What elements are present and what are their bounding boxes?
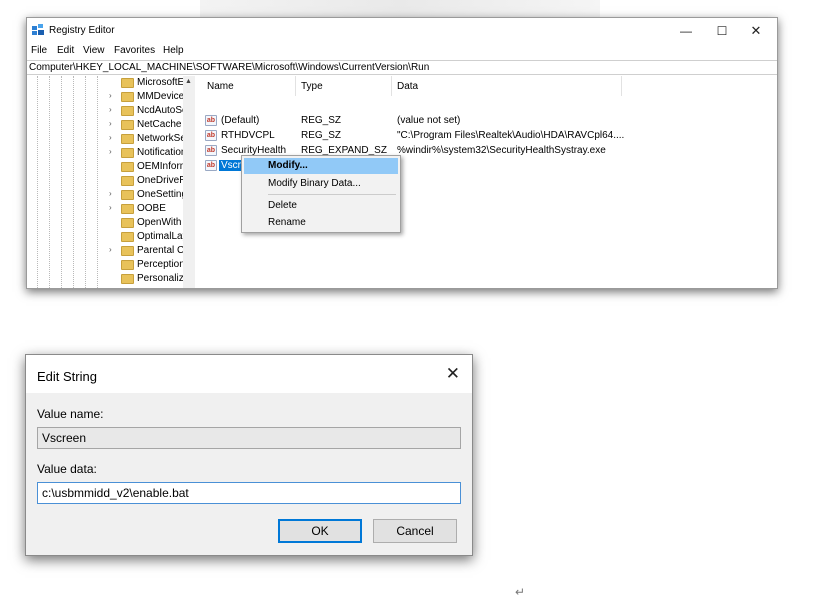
column-separator[interactable] — [621, 76, 622, 96]
value-name-field: Vscreen — [37, 427, 461, 449]
tree-item-label: Personalization — [137, 273, 189, 284]
dialog-title: Edit String — [37, 369, 97, 384]
context-menu-delete[interactable]: Delete — [244, 198, 398, 214]
expand-chevron-icon[interactable]: › — [109, 147, 112, 156]
expand-chevron-icon[interactable]: › — [109, 133, 112, 142]
string-value-icon: ab — [205, 145, 217, 156]
title-bar[interactable]: Registry Editor — ☐ ✕ — [27, 18, 777, 42]
background-window-strip — [200, 0, 600, 18]
string-value-icon: ab — [205, 160, 217, 171]
scroll-up-icon[interactable]: ▲ — [185, 78, 192, 85]
paragraph-return-mark: ↵ — [515, 585, 526, 599]
menu-view[interactable]: View — [83, 45, 105, 56]
string-value-icon: ab — [205, 115, 217, 126]
folder-icon — [121, 246, 134, 256]
context-menu: Modify... Modify Binary Data... Delete R… — [241, 155, 401, 233]
folder-icon — [121, 260, 134, 270]
key-tree-pane[interactable]: MicrosoftEdgeUpdate › MMDevices › NcdAut… — [27, 76, 195, 288]
value-name: RTHDVCPL — [221, 130, 275, 141]
folder-icon — [121, 274, 134, 284]
folder-icon — [121, 134, 134, 144]
tree-guide-line — [61, 76, 62, 288]
value-type: REG_SZ — [301, 115, 342, 126]
tree-item-label: Parental Controls — [137, 245, 189, 256]
tree-guide-line — [49, 76, 50, 288]
edit-string-dialog: Edit String ✕ Value name: Vscreen Value … — [25, 354, 473, 556]
dialog-title-bar[interactable]: Edit String ✕ — [26, 355, 472, 393]
context-menu-modify[interactable]: Modify... — [244, 158, 398, 174]
address-bar[interactable]: Computer\HKEY_LOCAL_MACHINE\SOFTWARE\Mic… — [27, 60, 777, 75]
close-button[interactable]: ✕ — [739, 21, 773, 41]
folder-icon — [121, 92, 134, 102]
window-title: Registry Editor — [49, 25, 115, 36]
value-row-default[interactable]: ab (Default) REG_SZ (value not set) — [205, 114, 765, 129]
close-icon[interactable]: ✕ — [446, 364, 460, 384]
folder-icon — [121, 120, 134, 130]
value-row-rthdvcpl[interactable]: ab RTHDVCPL REG_SZ "C:\Program Files\Rea… — [205, 129, 765, 144]
tree-item-label: OneDriveRamps — [137, 175, 189, 186]
folder-icon — [121, 148, 134, 158]
tree-guide-line — [85, 76, 86, 288]
registry-editor-window: Registry Editor — ☐ ✕ File Edit View Fav… — [26, 17, 778, 289]
tree-item-label: PerceptionSimulationExtensions — [137, 259, 189, 270]
tree-item-label: OEMInformation — [137, 161, 189, 172]
menu-bar: File Edit View Favorites Help — [27, 43, 777, 59]
string-value-icon: ab — [205, 130, 217, 141]
tree-item-label: NetCache — [137, 119, 182, 130]
tree-item-label: OpenWith — [137, 217, 182, 228]
expand-chevron-icon[interactable]: › — [109, 189, 112, 198]
folder-icon — [121, 106, 134, 116]
tree-guide-line — [97, 76, 98, 288]
tree-guide-line — [37, 76, 38, 288]
tree-item-label: NetworkServiceTriggers — [137, 133, 189, 144]
folder-icon — [121, 190, 134, 200]
folder-icon — [121, 162, 134, 172]
expand-chevron-icon[interactable]: › — [109, 119, 112, 128]
value-data: "C:\Program Files\Realtek\Audio\HDA\RAVC… — [397, 130, 625, 141]
expand-chevron-icon[interactable]: › — [109, 245, 112, 254]
expand-chevron-icon[interactable]: › — [109, 203, 112, 212]
value-type: REG_SZ — [301, 130, 342, 141]
tree-item-label: OptimalLayout — [137, 231, 189, 242]
menu-edit[interactable]: Edit — [57, 45, 74, 56]
column-separator[interactable] — [295, 76, 296, 96]
context-menu-rename[interactable]: Rename — [244, 215, 398, 231]
context-menu-separator — [268, 194, 396, 195]
menu-file[interactable]: File — [31, 45, 47, 56]
column-header-data[interactable]: Data — [397, 81, 418, 92]
folder-icon — [121, 232, 134, 242]
registry-editor-icon — [32, 24, 44, 35]
menu-favorites[interactable]: Favorites — [114, 45, 155, 56]
column-header-type[interactable]: Type — [301, 81, 323, 92]
tree-item-label: Notifications — [137, 147, 189, 158]
tree-item-label: MicrosoftEdgeUpdate — [137, 77, 189, 88]
folder-icon — [121, 204, 134, 214]
cancel-button[interactable]: Cancel — [373, 519, 457, 543]
menu-help[interactable]: Help — [163, 45, 184, 56]
minimize-button[interactable]: — — [669, 21, 703, 41]
value-name-label: Value name: — [37, 407, 104, 421]
ok-button[interactable]: OK — [278, 519, 362, 543]
value-data: %windir%\system32\SecurityHealthSystray.… — [397, 145, 606, 156]
folder-icon — [121, 78, 134, 88]
tree-item-label: MMDevices — [137, 91, 189, 102]
folder-icon — [121, 218, 134, 228]
folder-icon — [121, 176, 134, 186]
column-separator[interactable] — [391, 76, 392, 96]
tree-scrollbar[interactable]: ▲ — [183, 76, 195, 288]
tree-item-label: OOBE — [137, 203, 166, 214]
value-data-input[interactable]: c:\usbmmidd_v2\enable.bat — [37, 482, 461, 504]
value-data: (value not set) — [397, 115, 461, 126]
expand-chevron-icon[interactable]: › — [109, 91, 112, 100]
expand-chevron-icon[interactable]: › — [109, 105, 112, 114]
tree-item-label: NcdAutoSetup — [137, 105, 189, 116]
tree-guide-line — [73, 76, 74, 288]
value-data-label: Value data: — [37, 462, 97, 476]
value-name: (Default) — [221, 115, 260, 126]
context-menu-modify-binary-data[interactable]: Modify Binary Data... — [244, 176, 398, 192]
tree-item-label: OneSettings — [137, 189, 189, 200]
column-header-name[interactable]: Name — [207, 81, 234, 92]
maximize-button[interactable]: ☐ — [705, 21, 739, 41]
